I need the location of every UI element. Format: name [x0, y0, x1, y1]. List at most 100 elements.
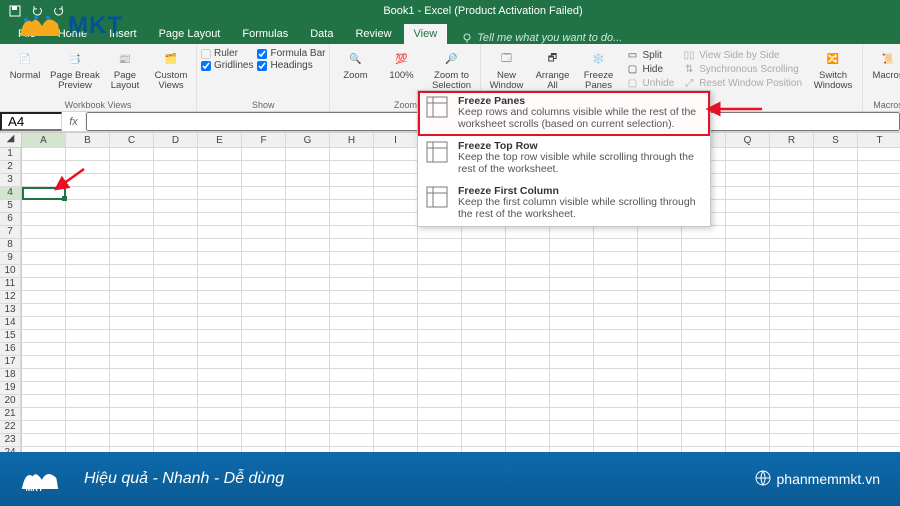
cell[interactable]	[550, 343, 594, 356]
cell[interactable]	[154, 252, 198, 265]
cell[interactable]	[682, 278, 726, 291]
tab-view[interactable]: View	[404, 24, 448, 44]
cell[interactable]	[814, 317, 858, 330]
cell[interactable]	[22, 213, 66, 226]
cell[interactable]	[330, 226, 374, 239]
row-header[interactable]: 1	[0, 148, 21, 161]
cell[interactable]	[154, 265, 198, 278]
cell[interactable]	[154, 278, 198, 291]
cell[interactable]	[154, 200, 198, 213]
cell[interactable]	[242, 252, 286, 265]
cell[interactable]	[770, 265, 814, 278]
cell[interactable]	[594, 226, 638, 239]
cell[interactable]	[242, 382, 286, 395]
cell[interactable]	[374, 395, 418, 408]
cell[interactable]	[330, 213, 374, 226]
cell[interactable]	[242, 239, 286, 252]
cell[interactable]	[726, 434, 770, 447]
cell[interactable]	[22, 252, 66, 265]
zoom-button[interactable]: 🔍Zoom	[334, 46, 376, 81]
cell[interactable]	[286, 200, 330, 213]
cell[interactable]	[418, 317, 462, 330]
normal-button[interactable]: 📄Normal	[4, 46, 46, 81]
col-header[interactable]: D	[154, 133, 198, 148]
cell[interactable]	[286, 252, 330, 265]
cell[interactable]	[66, 304, 110, 317]
cell[interactable]	[286, 187, 330, 200]
cell[interactable]	[506, 291, 550, 304]
cell[interactable]	[858, 304, 900, 317]
cell[interactable]	[242, 226, 286, 239]
cell[interactable]	[154, 239, 198, 252]
cell[interactable]	[814, 200, 858, 213]
cell[interactable]	[66, 226, 110, 239]
cell[interactable]	[198, 356, 242, 369]
tab-page-layout[interactable]: Page Layout	[149, 24, 231, 44]
cell[interactable]	[770, 291, 814, 304]
cell[interactable]	[154, 226, 198, 239]
cell[interactable]	[506, 408, 550, 421]
cell[interactable]	[858, 265, 900, 278]
cell[interactable]	[286, 291, 330, 304]
cell[interactable]	[110, 265, 154, 278]
cell[interactable]	[814, 395, 858, 408]
cell[interactable]	[506, 421, 550, 434]
cell[interactable]	[22, 304, 66, 317]
tab-data[interactable]: Data	[300, 24, 343, 44]
cell[interactable]	[682, 239, 726, 252]
cell[interactable]	[550, 421, 594, 434]
cell[interactable]	[814, 265, 858, 278]
row-header[interactable]: 23	[0, 434, 21, 447]
cell[interactable]	[770, 148, 814, 161]
fx-icon[interactable]: fx	[62, 112, 86, 131]
cell[interactable]	[506, 239, 550, 252]
cell[interactable]	[814, 187, 858, 200]
cell[interactable]	[506, 369, 550, 382]
custom-views-button[interactable]: 🗂️Custom Views	[150, 46, 192, 91]
cell[interactable]	[110, 174, 154, 187]
cell[interactable]	[110, 226, 154, 239]
cell[interactable]	[814, 421, 858, 434]
cell[interactable]	[286, 174, 330, 187]
cell[interactable]	[638, 369, 682, 382]
cell[interactable]	[638, 434, 682, 447]
cell[interactable]	[726, 356, 770, 369]
cell[interactable]	[330, 369, 374, 382]
cell[interactable]	[22, 421, 66, 434]
cell[interactable]	[594, 317, 638, 330]
cell[interactable]	[638, 330, 682, 343]
cell[interactable]	[66, 265, 110, 278]
cell[interactable]	[638, 265, 682, 278]
cell[interactable]	[462, 278, 506, 291]
cell[interactable]	[462, 265, 506, 278]
row-header[interactable]: 9	[0, 252, 21, 265]
cell[interactable]	[550, 265, 594, 278]
cell[interactable]	[66, 369, 110, 382]
cell[interactable]	[110, 148, 154, 161]
cell[interactable]	[198, 330, 242, 343]
cell[interactable]	[682, 421, 726, 434]
cell[interactable]	[374, 174, 418, 187]
cell[interactable]	[286, 317, 330, 330]
cell[interactable]	[286, 434, 330, 447]
cell[interactable]	[286, 148, 330, 161]
cell[interactable]	[726, 369, 770, 382]
cell[interactable]	[682, 304, 726, 317]
cell[interactable]	[770, 343, 814, 356]
row-header[interactable]: 22	[0, 421, 21, 434]
cell[interactable]	[726, 213, 770, 226]
cell[interactable]	[858, 343, 900, 356]
freeze-menu-item-1[interactable]: Freeze Top RowKeep the top row visible w…	[418, 136, 710, 181]
cell[interactable]	[506, 330, 550, 343]
cell[interactable]	[770, 395, 814, 408]
cell[interactable]	[242, 356, 286, 369]
cell[interactable]	[198, 278, 242, 291]
cell[interactable]	[770, 369, 814, 382]
cell[interactable]	[462, 291, 506, 304]
cell[interactable]	[330, 239, 374, 252]
cell[interactable]	[594, 265, 638, 278]
cell[interactable]	[418, 239, 462, 252]
cell[interactable]	[374, 408, 418, 421]
cell[interactable]	[506, 356, 550, 369]
cell[interactable]	[682, 330, 726, 343]
